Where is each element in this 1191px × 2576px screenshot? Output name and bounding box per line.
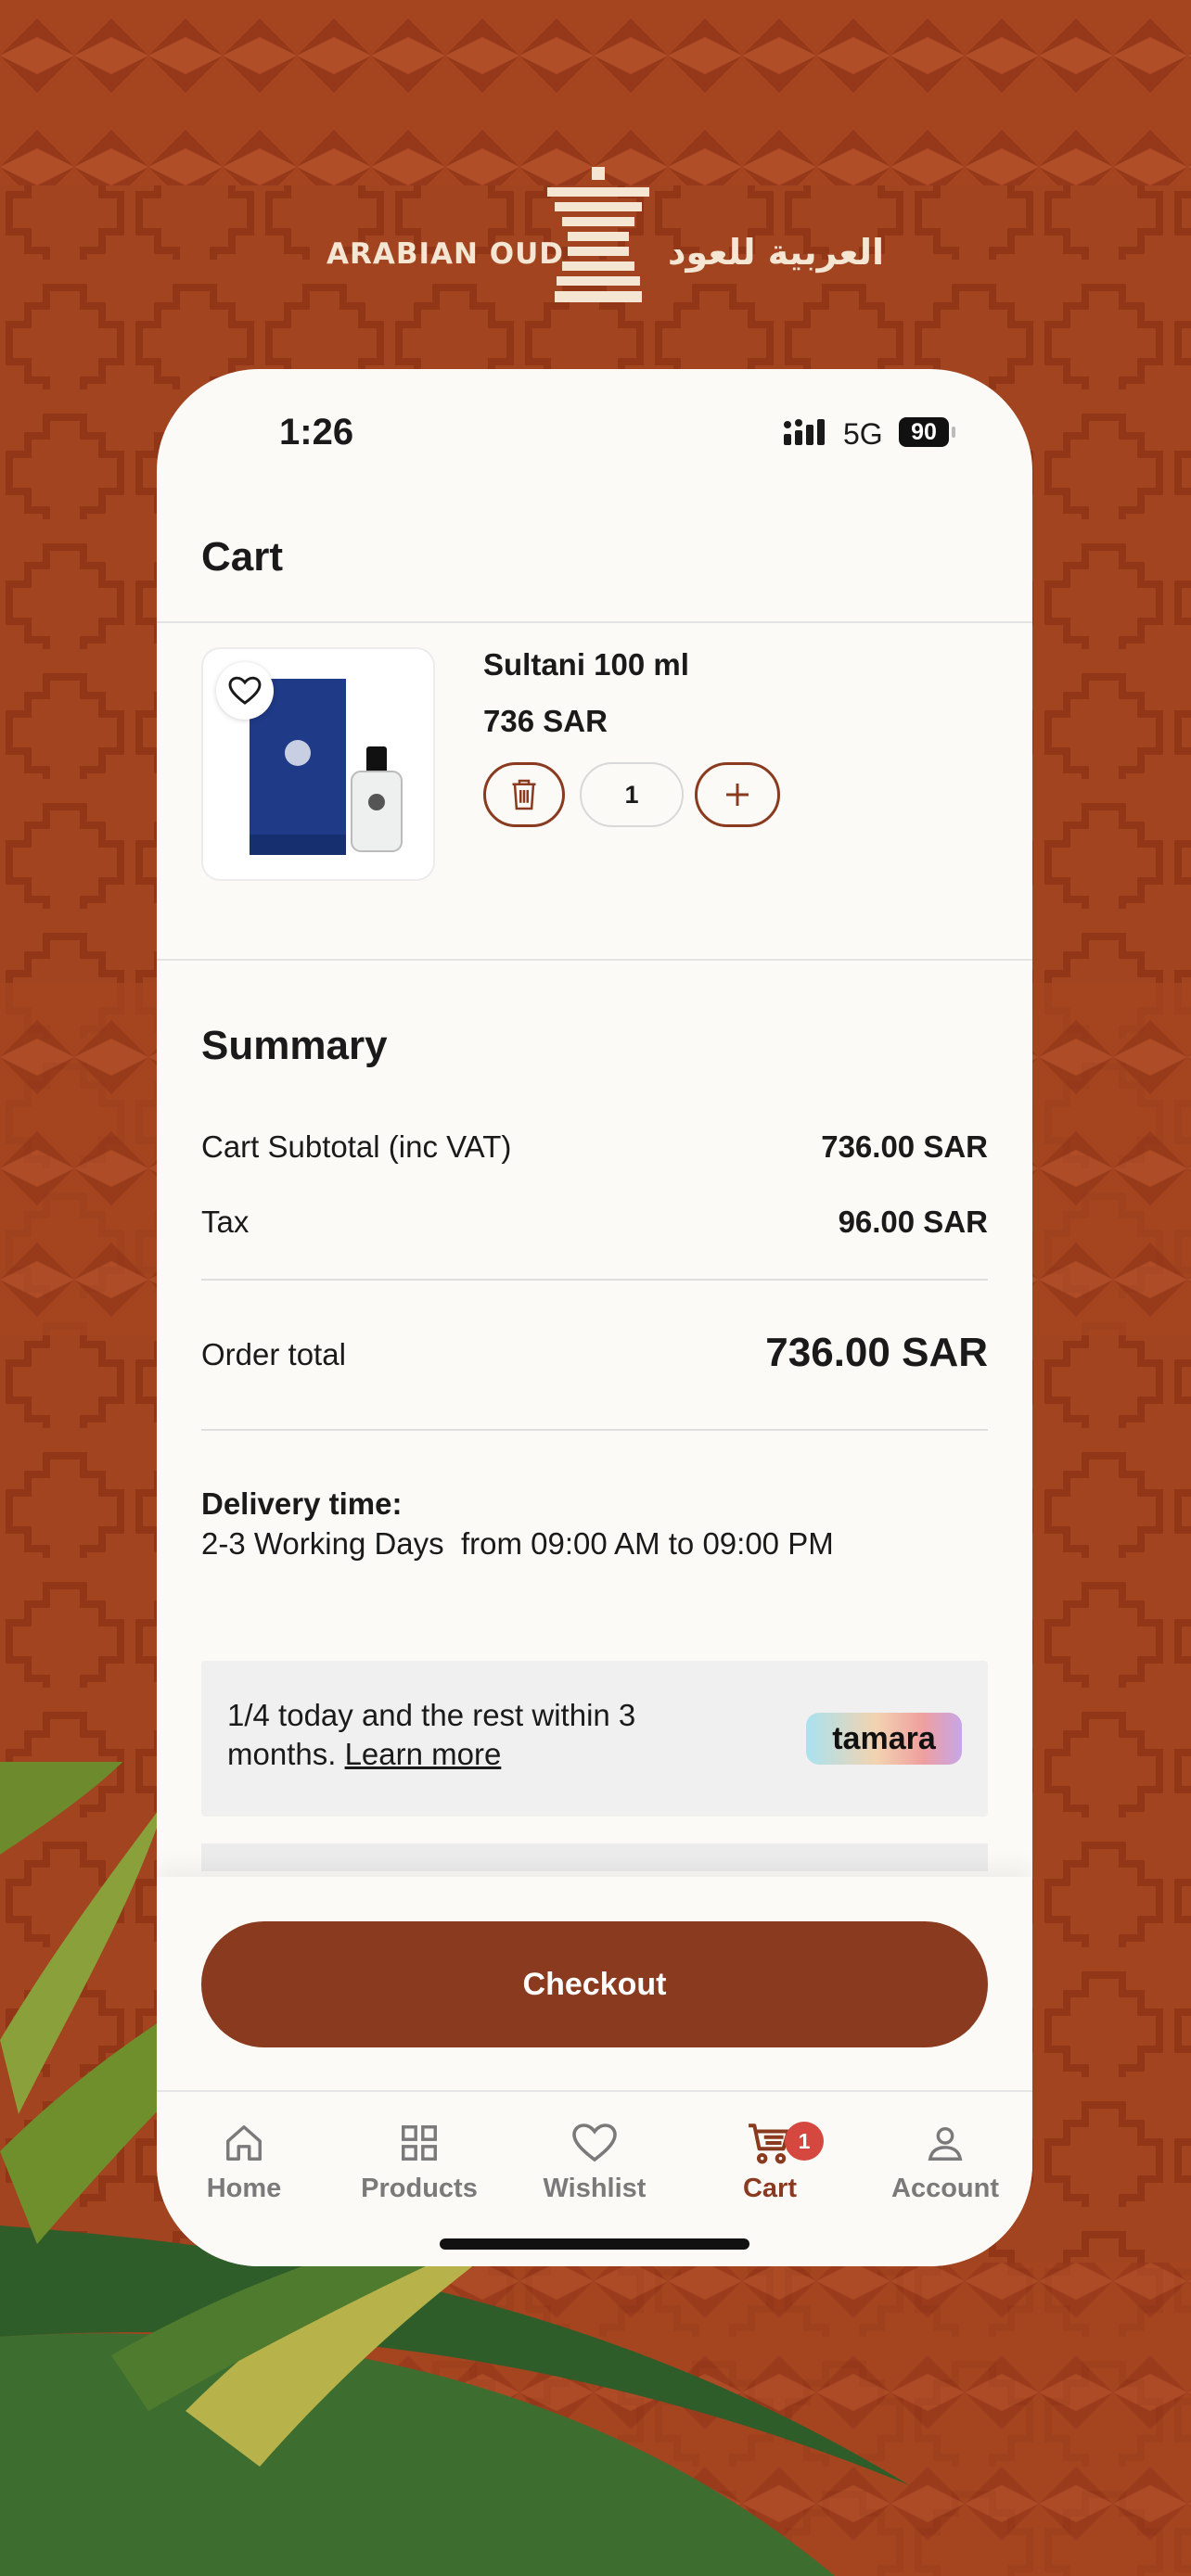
remove-item-button[interactable]: [483, 762, 565, 827]
tab-products[interactable]: Products: [332, 2116, 506, 2204]
plus-icon: [726, 784, 749, 806]
next-section-card: [201, 1843, 988, 1871]
product-image[interactable]: [203, 649, 433, 879]
checkout-bar: Checkout: [157, 1877, 1032, 2090]
tab-products-label: Products: [361, 2174, 478, 2203]
tax-value: 96.00 SAR: [838, 1205, 988, 1239]
tab-home[interactable]: Home: [157, 2116, 331, 2204]
product-name[interactable]: Sultani 100 ml: [483, 647, 689, 682]
brand-name-en: ARABIAN OUD: [327, 237, 565, 271]
add-to-wishlist-button[interactable]: [216, 662, 274, 720]
tab-cart[interactable]: Cart 1: [683, 2116, 857, 2204]
signal-icon: [784, 419, 825, 445]
checkout-button[interactable]: Checkout: [201, 1921, 988, 2047]
home-icon: [226, 2125, 262, 2161]
tab-cart-label: Cart: [742, 2174, 797, 2203]
brand-logo-icon: [547, 167, 649, 302]
tamara-installment-banner: 1/4 today and the rest within 3 months. …: [201, 1661, 988, 1817]
status-bar: 1:26 5G 90: [157, 369, 1032, 499]
item-divider: [157, 959, 1032, 961]
status-time: 1:26: [279, 412, 354, 453]
delivery-time-label: Delivery time:: [201, 1486, 403, 1521]
tab-wishlist-label: Wishlist: [543, 2174, 647, 2203]
battery-tip: [952, 427, 955, 438]
delivery-time-text: 2-3 Working Days from 09:00 AM to 09:00 …: [201, 1526, 834, 1561]
tab-home-label: Home: [206, 2174, 282, 2203]
quantity-value[interactable]: 1: [580, 762, 684, 827]
subtotal-label: Cart Subtotal (inc VAT): [201, 1129, 512, 1164]
battery-icon: 90: [899, 417, 949, 447]
summary-title: Summary: [201, 1023, 388, 1068]
header-divider: [157, 621, 1032, 623]
bottom-tab-bar: Home Products Wishlist Cart 1 Account: [157, 2090, 1032, 2266]
tab-account[interactable]: Account: [858, 2116, 1032, 2204]
cart-count-badge: 1: [785, 2122, 824, 2161]
trash-icon: [512, 779, 536, 810]
brand-header: ARABIAN OUD العربية للعود: [0, 158, 1191, 325]
tamara-logo: tamara: [806, 1713, 962, 1765]
grid-icon: [402, 2125, 437, 2161]
tab-account-label: Account: [891, 2174, 999, 2203]
increase-quantity-button[interactable]: [695, 762, 780, 827]
page-title: Cart: [201, 534, 284, 580]
order-total-value: 736.00 SAR: [765, 1330, 988, 1375]
phone-screen: 1:26 5G 90 Cart Sultani 100 ml 736 SAR 1…: [157, 369, 1032, 2266]
home-indicator: [440, 2238, 749, 2250]
product-price: 736 SAR: [483, 704, 608, 738]
brand-name-ar: العربية للعود: [668, 232, 884, 273]
subtotal-value: 736.00 SAR: [821, 1129, 988, 1164]
tax-label: Tax: [201, 1205, 250, 1239]
order-total-label: Order total: [201, 1337, 346, 1371]
network-type: 5G: [843, 417, 883, 451]
total-divider: [201, 1429, 988, 1431]
learn-more-link[interactable]: Learn more: [345, 1737, 502, 1771]
heart-icon: [572, 2123, 617, 2162]
heart-icon: [228, 676, 262, 705]
tab-wishlist[interactable]: Wishlist: [507, 2116, 682, 2204]
summary-divider: [201, 1279, 988, 1281]
user-icon: [928, 2126, 963, 2161]
tamara-text-block: 1/4 today and the rest within 3 months. …: [227, 1696, 747, 1774]
